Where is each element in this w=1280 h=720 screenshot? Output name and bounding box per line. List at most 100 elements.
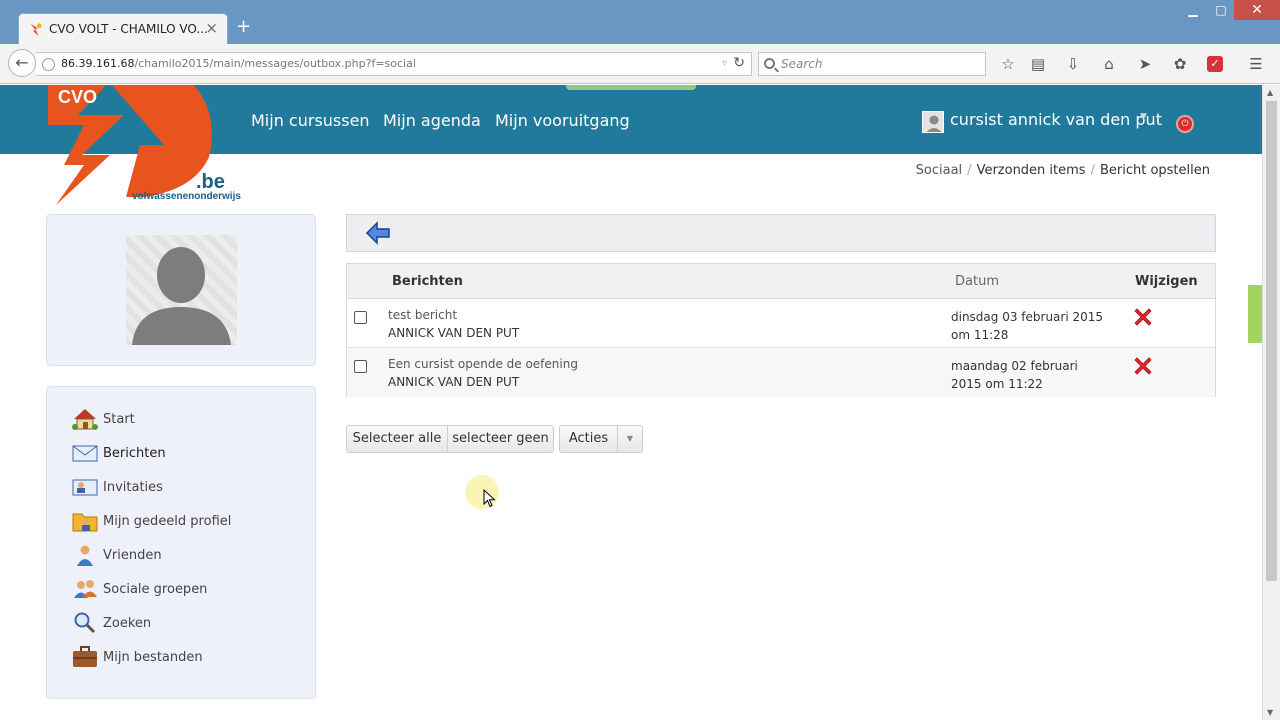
url-history-dropdown-icon[interactable]: ▿ <box>722 58 727 69</box>
shared-profile-icon <box>72 513 98 532</box>
messages-table: Berichten Datum Wijzigen test bericht AN… <box>346 263 1216 397</box>
search-placeholder: Search <box>781 57 823 71</box>
sidebar-item-messages[interactable]: Berichten <box>72 441 302 467</box>
delete-icon[interactable] <box>1132 355 1154 377</box>
address-bar[interactable]: 86.39.161.68/chamilo2015/main/messages/o… <box>36 52 752 76</box>
social-menu: Start Berichten Invitaties Mijn gedeeld … <box>46 386 316 699</box>
tab-close-icon[interactable]: × <box>205 19 218 37</box>
logo-tagline: volwassenenonderwijs <box>132 191 241 202</box>
browser-back-button[interactable]: ← <box>8 49 36 77</box>
sidebar-item-search[interactable]: Zoeken <box>72 611 302 637</box>
mouse-pointer-icon <box>483 489 496 508</box>
url-path: /chamilo2015/main/messages/outbox.php?f=… <box>134 57 416 70</box>
table-row[interactable]: Een cursist opende de oefening ANNICK VA… <box>347 348 1215 397</box>
cvo-volt-logo[interactable]: CVO .be volwassenenonderwijs <box>44 85 244 205</box>
message-title[interactable]: test bericht <box>388 308 457 322</box>
message-sender: ANNICK VAN DEN PUT <box>388 326 520 340</box>
breadcrumb-sent-items[interactable]: Verzonden items <box>977 163 1086 178</box>
logo-word: CVO <box>58 87 97 107</box>
column-header-messages[interactable]: Berichten <box>392 274 463 289</box>
tab-title: CVO VOLT - CHAMILO VO... <box>49 22 208 36</box>
actions-button[interactable]: Acties <box>559 425 618 453</box>
chevron-down-icon: ▼ <box>1140 112 1147 122</box>
addon-icon[interactable]: ✓ <box>1207 56 1223 72</box>
actions-dropdown-toggle[interactable]: ▼ <box>617 425 643 453</box>
select-none-button[interactable]: selecteer geen <box>447 425 554 453</box>
download-icon[interactable]: ⇩ <box>1063 54 1083 74</box>
browser-tab[interactable]: CVO VOLT - CHAMILO VO... × <box>18 13 228 44</box>
row-checkbox[interactable] <box>354 311 367 324</box>
table-header: Berichten Datum Wijzigen <box>347 264 1215 299</box>
reading-list-icon[interactable]: ▤ <box>1028 54 1048 74</box>
breadcrumb-separator: / <box>967 163 972 178</box>
globe-icon <box>42 58 55 71</box>
user-silhouette-icon <box>923 112 943 132</box>
sidebar-item-start[interactable]: Start <box>72 407 302 433</box>
profile-card <box>46 214 316 366</box>
browser-titlebar: CVO VOLT - CHAMILO VO... × + ▁ □ ✕ <box>0 0 1280 44</box>
profile-picture[interactable] <box>126 235 237 345</box>
pocket-icon[interactable]: ✿ <box>1170 54 1190 74</box>
window-minimize-button[interactable]: ▁ <box>1180 0 1206 20</box>
nav-my-courses[interactable]: Mijn cursussen <box>251 111 370 130</box>
search-icon <box>764 58 775 69</box>
send-icon[interactable]: ➤ <box>1135 54 1155 74</box>
nav-my-progress[interactable]: Mijn vooruitgang <box>495 111 630 130</box>
briefcase-icon <box>73 646 97 667</box>
user-silhouette-icon <box>132 247 231 345</box>
breadcrumb-social[interactable]: Sociaal <box>916 163 963 178</box>
delete-icon[interactable] <box>1132 306 1154 328</box>
url-text[interactable]: 86.39.161.68/chamilo2015/main/messages/o… <box>61 57 416 70</box>
scroll-up-icon[interactable]: ▲ <box>1267 88 1273 97</box>
message-title[interactable]: Een cursist opende de oefening <box>388 357 578 371</box>
table-row[interactable]: test bericht ANNICK VAN DEN PUT dinsdag … <box>347 299 1215 348</box>
logout-power-icon[interactable]: ⏻ <box>1176 115 1194 133</box>
select-all-button[interactable]: Selecteer alle <box>346 425 448 453</box>
sidebar-item-invitations[interactable]: Invitaties <box>72 475 302 501</box>
header-notch <box>566 85 696 90</box>
message-date: maandag 02 februari 2015 om 11:22 <box>951 359 1078 391</box>
message-date: dinsdag 03 februari 2015 om 11:28 <box>951 310 1104 342</box>
sidebar-item-label: Start <box>103 412 135 427</box>
user-name: cursist annick van den put <box>950 110 1162 129</box>
sidebar-item-shared-profile[interactable]: Mijn gedeeld profiel <box>72 509 302 535</box>
page-scrollbar[interactable]: ▲ ▼ <box>1262 85 1280 720</box>
breadcrumb: Sociaal / Verzonden items / Bericht opstelle… <box>916 163 1210 178</box>
sidebar-item-label: Sociale groepen <box>103 582 208 597</box>
message-toolbar <box>346 214 1216 252</box>
feedback-side-tab[interactable] <box>1248 285 1262 343</box>
home-icon <box>72 409 98 430</box>
invitation-icon <box>72 479 98 496</box>
sidebar-item-label: Zoeken <box>103 616 152 631</box>
page-content: Mijn cursussen Mijn agenda Mijn vooruitg… <box>0 85 1262 720</box>
sidebar-item-label: Vrienden <box>103 548 162 563</box>
new-tab-button[interactable]: + <box>236 17 251 37</box>
column-header-date[interactable]: Datum <box>955 274 999 289</box>
window-maximize-button[interactable]: □ <box>1208 0 1234 20</box>
breadcrumb-separator: / <box>1090 163 1095 178</box>
sidebar-item-label: Mijn gedeeld profiel <box>103 514 232 529</box>
sidebar-item-label: Berichten <box>103 446 166 461</box>
sidebar-item-friends[interactable]: Vrienden <box>72 543 302 569</box>
url-host: 86.39.161.68 <box>61 57 135 70</box>
friend-icon <box>77 545 93 566</box>
column-header-edit: Wijzigen <box>1135 274 1198 289</box>
row-checkbox[interactable] <box>354 360 367 373</box>
reload-icon[interactable]: ↻ <box>733 55 745 71</box>
home-icon[interactable]: ⌂ <box>1099 54 1119 74</box>
menu-icon[interactable]: ☰ <box>1246 54 1266 74</box>
sidebar-item-my-files[interactable]: Mijn bestanden <box>72 645 302 671</box>
back-arrow-icon[interactable] <box>365 221 391 245</box>
scroll-down-icon[interactable]: ▼ <box>1267 708 1273 717</box>
nav-my-agenda[interactable]: Mijn agenda <box>383 111 481 130</box>
sidebar-item-social-groups[interactable]: Sociale groepen <box>72 577 302 603</box>
bookmark-star-icon[interactable]: ☆ <box>998 54 1018 74</box>
site-favicon-icon <box>30 23 42 37</box>
browser-search-box[interactable]: Search <box>758 52 986 76</box>
breadcrumb-compose-message: Bericht opstellen <box>1099 163 1210 178</box>
magnifier-icon <box>74 612 96 634</box>
sidebar-item-label: Invitaties <box>103 480 163 495</box>
logo-domain: .be <box>196 171 225 193</box>
window-close-button[interactable]: ✕ <box>1234 0 1280 20</box>
scrollbar-thumb[interactable] <box>1266 101 1277 581</box>
